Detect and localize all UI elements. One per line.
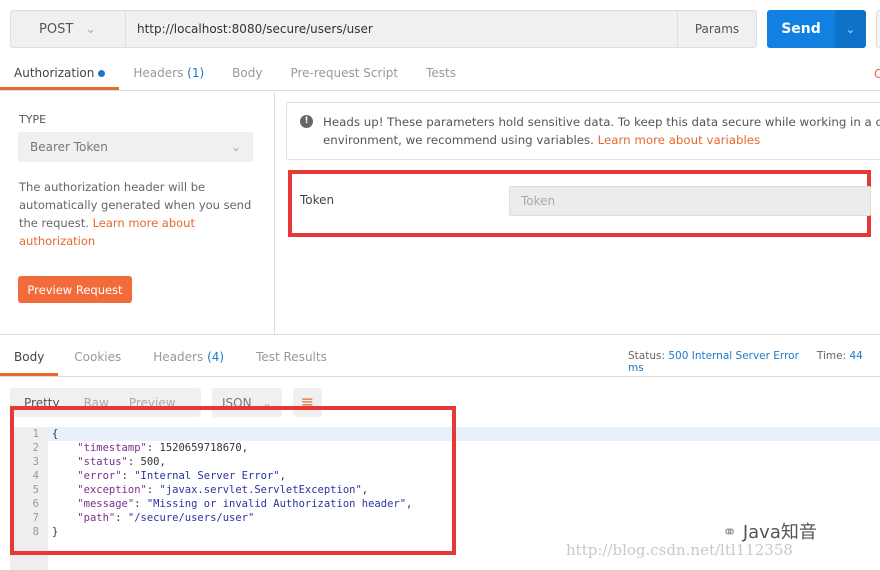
tab-headers[interactable]: Headers (1) (119, 60, 218, 90)
tab-authorization[interactable]: Authorization (0, 60, 120, 90)
url-input[interactable]: http://localhost:8080/secure/users/user (125, 10, 678, 48)
truncated-link[interactable]: C (874, 67, 880, 81)
chevron-down-icon: ⌄ (85, 21, 97, 37)
send-dropdown-button[interactable]: ⌄ (835, 10, 866, 48)
send-button[interactable]: Send (767, 10, 835, 48)
active-dot-icon (98, 70, 106, 77)
token-input[interactable]: Token (509, 186, 871, 216)
learn-more-variables-link[interactable]: Learn more about variables (598, 133, 761, 147)
tab-test-results[interactable]: Test Results (240, 335, 343, 376)
tab-tests[interactable]: Tests (412, 60, 470, 90)
method-select[interactable]: POST ⌄ (10, 10, 126, 48)
tab-body[interactable]: Body (218, 60, 276, 90)
request-tabs: Authorization Headers (1) Body Pre-reque… (0, 60, 880, 91)
preview-request-button[interactable]: Preview Request (18, 276, 132, 303)
chevron-down-icon: ⌄ (230, 140, 241, 154)
alert-icon: ! (300, 115, 313, 128)
auth-description: The authorization header will be automat… (19, 180, 252, 248)
auth-type-select[interactable]: Bearer Token ⌄ (18, 132, 253, 162)
tab-response-headers[interactable]: Headers (4) (137, 335, 240, 376)
save-button[interactable] (876, 10, 880, 48)
chevron-down-icon: ⌄ (845, 22, 856, 36)
response-highlight-box (10, 406, 456, 555)
token-label: Token (300, 193, 335, 207)
tab-cookies[interactable]: Cookies (58, 335, 137, 376)
sensitive-data-alert: ! Heads up! These parameters hold sensit… (286, 102, 880, 160)
tab-response-body[interactable]: Body (0, 335, 59, 376)
params-button[interactable]: Params (677, 10, 757, 48)
tab-pre-request-script[interactable]: Pre-request Script (276, 60, 412, 90)
response-status: Status: 500 Internal Server Error Time: 4… (628, 350, 863, 374)
wechat-icon: ⚭ (722, 522, 738, 543)
watermark-url: http://blog.csdn.net/ltl112358 (566, 541, 793, 559)
type-label: TYPE (19, 113, 47, 126)
